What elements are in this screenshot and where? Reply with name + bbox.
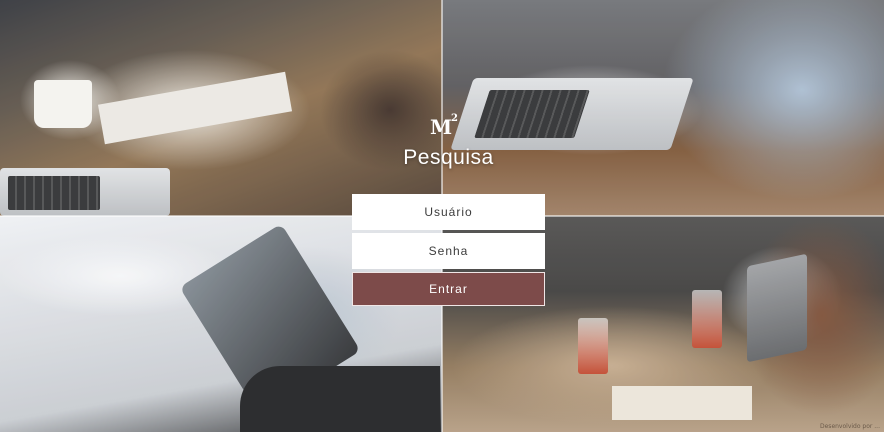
password-input[interactable] — [352, 233, 545, 269]
login-screen: M 2 Pesquisa Entrar Desenvolvido por ... — [0, 0, 884, 432]
photo-credit: Desenvolvido por ... — [820, 423, 880, 430]
page-title: Pesquisa — [403, 146, 494, 169]
username-input[interactable] — [352, 194, 545, 230]
login-submit-button[interactable]: Entrar — [352, 272, 545, 306]
logo-mark: M — [430, 115, 453, 139]
logo-superscript: 2 — [451, 113, 458, 124]
brand-logo: M 2 — [430, 113, 460, 141]
